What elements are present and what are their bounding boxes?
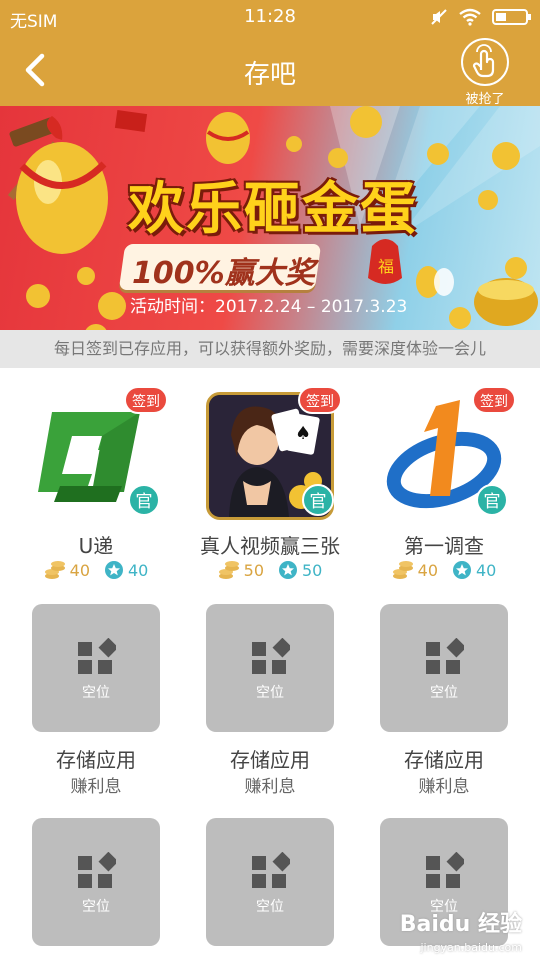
- empty-slot-card[interactable]: 空位: [9, 818, 183, 948]
- empty-slot: 空位: [206, 604, 334, 732]
- notice-text: 每日签到已存应用，可以获得额外奖励，需要深度体验一会儿: [0, 330, 540, 368]
- app-name: 真人视频赢三张: [200, 534, 340, 558]
- sign-in-badge: 签到: [298, 386, 342, 414]
- apps-grid-icon: [78, 638, 116, 674]
- coin-stack-icon: [392, 561, 413, 579]
- battery-icon: [492, 9, 531, 25]
- app-name: 第一调查: [404, 534, 484, 558]
- sign-in-badge: 签到: [124, 386, 168, 414]
- coin-value: 50: [243, 560, 264, 580]
- coin-reward: 40: [392, 560, 438, 580]
- app-card-poker[interactable]: ♠ 签到 官 真人视频赢三张 50 50: [183, 368, 357, 580]
- apps-grid-icon: [252, 638, 290, 674]
- star-icon: [279, 561, 297, 579]
- baidu-watermark-url: jingyan.baidu.com: [420, 941, 522, 954]
- slot-title: 存储应用: [230, 748, 310, 772]
- baidu-watermark: Baidu 经验: [399, 912, 522, 937]
- star-value: 40: [128, 560, 149, 580]
- status-icons: [430, 6, 532, 28]
- app-rewards: 50 50: [183, 560, 357, 580]
- app-card-diyi[interactable]: 签到 官 第一调查 40 40: [357, 368, 531, 580]
- official-badge: 官: [302, 484, 334, 516]
- official-badge: 官: [128, 484, 160, 516]
- star-value: 50: [302, 560, 323, 580]
- star-icon: [453, 561, 471, 579]
- slot-label: 空位: [256, 685, 284, 701]
- empty-slot-card[interactable]: 空位: [183, 818, 357, 948]
- empty-slot: 空位: [380, 604, 508, 732]
- grabbed-label: 被抢了: [465, 92, 505, 107]
- wifi-icon: [459, 8, 481, 26]
- status-bar: 无SIM 11:28: [0, 0, 540, 34]
- grab-circle: [461, 38, 509, 86]
- slot-subtitle: 赚利息: [244, 777, 296, 797]
- apps-grid-icon: [426, 638, 464, 674]
- svg-text:福: 福: [378, 257, 394, 276]
- coin-reward: 40: [44, 560, 90, 580]
- coin-stack-icon: [218, 561, 239, 579]
- banner-title: 欢乐砸金蛋: [128, 176, 418, 242]
- slot-label: 空位: [256, 899, 284, 915]
- app-grid: 签到 官 U递 40 40 ♠ 签到 官 真人视频赢三张 50 50 签到 官 …: [0, 368, 540, 960]
- slot-subtitle: 赚利息: [418, 777, 470, 797]
- empty-slot-card[interactable]: 空位 存储应用 赚利息: [9, 604, 183, 804]
- empty-slot-card[interactable]: 空位 存储应用 赚利息: [357, 604, 531, 804]
- app-header: 存吧 被抢了: [0, 34, 540, 107]
- coin-value: 40: [417, 560, 438, 580]
- star-reward: 40: [452, 560, 496, 580]
- empty-slot-card[interactable]: 空位 存储应用 赚利息: [183, 604, 357, 804]
- grabbed-button[interactable]: 被抢了: [454, 38, 520, 107]
- banner-time: 活动时间：2017.2.24 – 2017.3.23: [130, 297, 408, 317]
- star-value: 40: [476, 560, 497, 580]
- coin-reward: 50: [218, 560, 264, 580]
- star-icon: [105, 561, 123, 579]
- official-badge: 官: [476, 484, 508, 516]
- coin-value: 40: [69, 560, 90, 580]
- mute-icon: [431, 9, 447, 25]
- slot-label: 空位: [82, 899, 110, 915]
- slot-label: 空位: [82, 685, 110, 701]
- svg-text:♠: ♠: [295, 423, 311, 444]
- banner-subtitle: 100%赢大奖: [132, 256, 315, 291]
- star-reward: 50: [278, 560, 322, 580]
- slot-title: 存储应用: [404, 748, 484, 772]
- app-name: U递: [78, 534, 114, 558]
- app-rewards: 40 40: [9, 560, 183, 580]
- app-card-udi[interactable]: 签到 官 U递 40 40: [9, 368, 183, 580]
- app-rewards: 40 40: [357, 560, 531, 580]
- apps-grid-icon: [252, 852, 290, 888]
- slot-label: 空位: [430, 685, 458, 701]
- promo-banner[interactable]: 福 欢乐砸金蛋 100%赢大奖 活动时间：2017.2.24 – 2017.3.…: [0, 106, 540, 330]
- slot-title: 存储应用: [56, 748, 136, 772]
- star-reward: 40: [104, 560, 148, 580]
- slot-subtitle: 赚利息: [70, 777, 122, 797]
- apps-grid-icon: [426, 852, 464, 888]
- hand-tap-icon: [472, 44, 495, 78]
- empty-slot: 空位: [32, 818, 160, 946]
- apps-grid-icon: [78, 852, 116, 888]
- coin-stack-icon: [44, 561, 65, 579]
- empty-slot: 空位: [206, 818, 334, 946]
- empty-slot: 空位: [32, 604, 160, 732]
- sign-in-badge: 签到: [472, 386, 516, 414]
